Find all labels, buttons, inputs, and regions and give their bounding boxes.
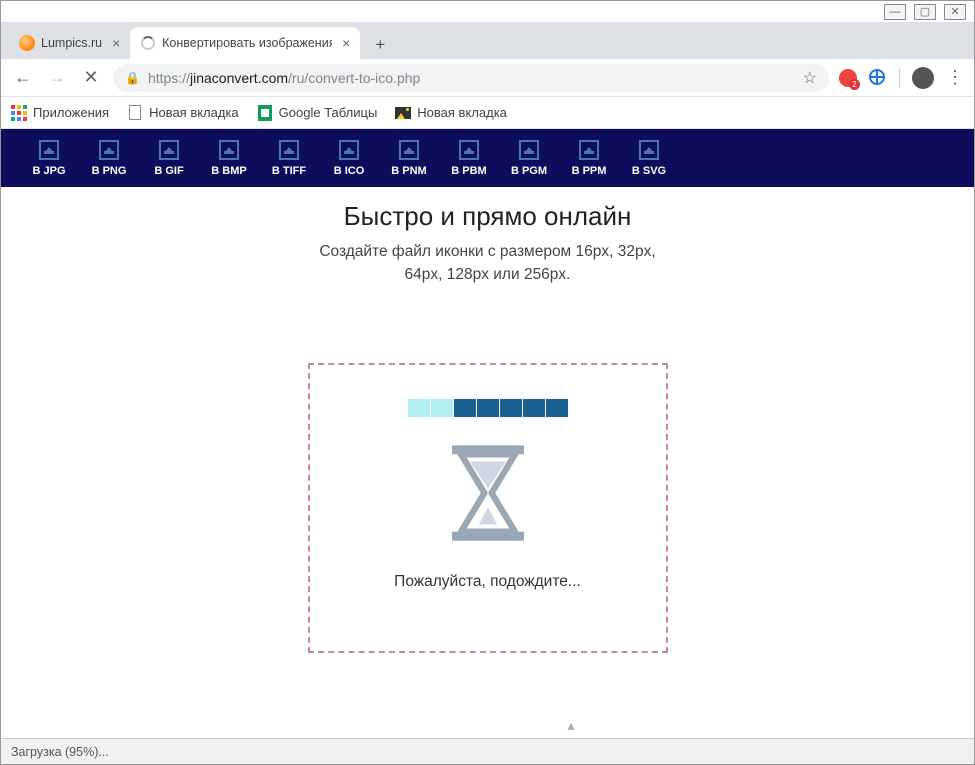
image-format-icon [159, 140, 179, 160]
format-label: В BMP [211, 165, 246, 177]
tab-strip: Lumpics.ru × Конвертировать изображения … [1, 23, 974, 59]
format-pnm[interactable]: В PNM [379, 140, 439, 177]
hourglass-icon [443, 443, 533, 543]
favicon-orange-icon [19, 35, 35, 51]
bookmark-star-icon[interactable]: ☆ [803, 68, 817, 88]
close-tab-icon[interactable]: × [342, 35, 350, 51]
image-format-icon [399, 140, 419, 160]
format-nav-ribbon: В JPG В PNG В GIF В BMP В TIFF В ICO В P… [1, 129, 974, 187]
format-pgm[interactable]: В PGM [499, 140, 559, 177]
page-subtext: Создайте файл иконки с размером 16px, 32… [1, 240, 974, 287]
format-tiff[interactable]: В TIFF [259, 140, 319, 177]
format-label: В GIF [154, 165, 183, 177]
apps-grid-icon [11, 105, 27, 121]
loading-spinner-icon [140, 35, 156, 51]
url-text: https://jinaconvert.com/ru/convert-to-ic… [148, 70, 420, 86]
close-window-button[interactable]: ✕ [944, 4, 966, 20]
bookmark-label: Google Таблицы [279, 105, 378, 120]
picture-icon [395, 105, 411, 121]
status-bar: Загрузка (95%)... [1, 738, 974, 764]
file-icon [127, 105, 143, 121]
format-bmp[interactable]: В BMP [199, 140, 259, 177]
bookmark-new-tab-1[interactable]: Новая вкладка [127, 105, 239, 121]
profile-avatar[interactable] [912, 67, 934, 89]
format-label: В PGM [511, 165, 547, 177]
image-format-icon [279, 140, 299, 160]
sheets-icon [257, 105, 273, 121]
separator [899, 68, 900, 88]
address-bar[interactable]: 🔒 https://jinaconvert.com/ru/convert-to-… [113, 64, 829, 92]
format-label: В TIFF [272, 165, 306, 177]
bookmarks-bar: Приложения Новая вкладка Google Таблицы … [1, 97, 974, 129]
image-format-icon [39, 140, 59, 160]
forward-button[interactable]: → [45, 67, 69, 88]
bookmark-label: Новая вкладка [417, 105, 507, 120]
wait-text: Пожалуйста, подождите... [394, 573, 581, 591]
lock-icon: 🔒 [125, 71, 140, 85]
format-label: В PPM [572, 165, 607, 177]
format-label: В JPG [32, 165, 65, 177]
bookmark-label: Приложения [33, 105, 109, 120]
tab-title: Lumpics.ru [41, 36, 102, 50]
bookmark-apps[interactable]: Приложения [11, 105, 109, 121]
format-label: В PBM [451, 165, 486, 177]
scroll-hint-icon: ▴ [568, 717, 575, 734]
bookmark-google-sheets[interactable]: Google Таблицы [257, 105, 378, 121]
format-label: В PNM [391, 165, 426, 177]
format-label: В ICO [334, 165, 365, 177]
image-format-icon [339, 140, 359, 160]
format-pbm[interactable]: В PBM [439, 140, 499, 177]
browser-toolbar: ← → ✕ 🔒 https://jinaconvert.com/ru/conve… [1, 59, 974, 97]
menu-button[interactable]: ⋮ [946, 67, 964, 88]
globe-extension-icon[interactable] [869, 69, 887, 87]
window-titlebar: — ▢ ✕ [1, 1, 974, 23]
image-format-icon [219, 140, 239, 160]
new-tab-button[interactable]: + [366, 31, 394, 59]
format-ppm[interactable]: В PPM [559, 140, 619, 177]
format-svg[interactable]: В SVG [619, 140, 679, 177]
page-viewport: В JPG В PNG В GIF В BMP В TIFF В ICO В P… [1, 129, 974, 738]
extension-badge: 2 [849, 79, 860, 90]
status-text: Загрузка (95%)... [11, 745, 109, 759]
image-format-icon [639, 140, 659, 160]
image-format-icon [519, 140, 539, 160]
bookmark-new-tab-2[interactable]: Новая вкладка [395, 105, 507, 121]
image-format-icon [459, 140, 479, 160]
opera-extension-icon[interactable]: 2 [839, 69, 857, 87]
content-area: Быстро и прямо онлайн Создайте файл икон… [1, 187, 974, 653]
tab-lumpics[interactable]: Lumpics.ru × [9, 27, 130, 59]
format-jpg[interactable]: В JPG [19, 140, 79, 177]
format-png[interactable]: В PNG [79, 140, 139, 177]
image-format-icon [579, 140, 599, 160]
format-ico[interactable]: В ICO [319, 140, 379, 177]
tab-jinaconvert[interactable]: Конвертировать изображения в × [130, 27, 360, 59]
progress-bar [408, 399, 568, 417]
close-tab-icon[interactable]: × [112, 35, 120, 51]
upload-dropzone[interactable]: Пожалуйста, подождите... [308, 363, 668, 653]
format-label: В SVG [632, 165, 666, 177]
tab-title: Конвертировать изображения в [162, 36, 332, 50]
maximize-button[interactable]: ▢ [914, 4, 936, 20]
image-format-icon [99, 140, 119, 160]
minimize-button[interactable]: — [884, 4, 906, 20]
format-gif[interactable]: В GIF [139, 140, 199, 177]
back-button[interactable]: ← [11, 67, 35, 88]
format-label: В PNG [92, 165, 127, 177]
bookmark-label: Новая вкладка [149, 105, 239, 120]
stop-reload-button[interactable]: ✕ [79, 67, 103, 88]
page-headline: Быстро и прямо онлайн [1, 201, 974, 232]
